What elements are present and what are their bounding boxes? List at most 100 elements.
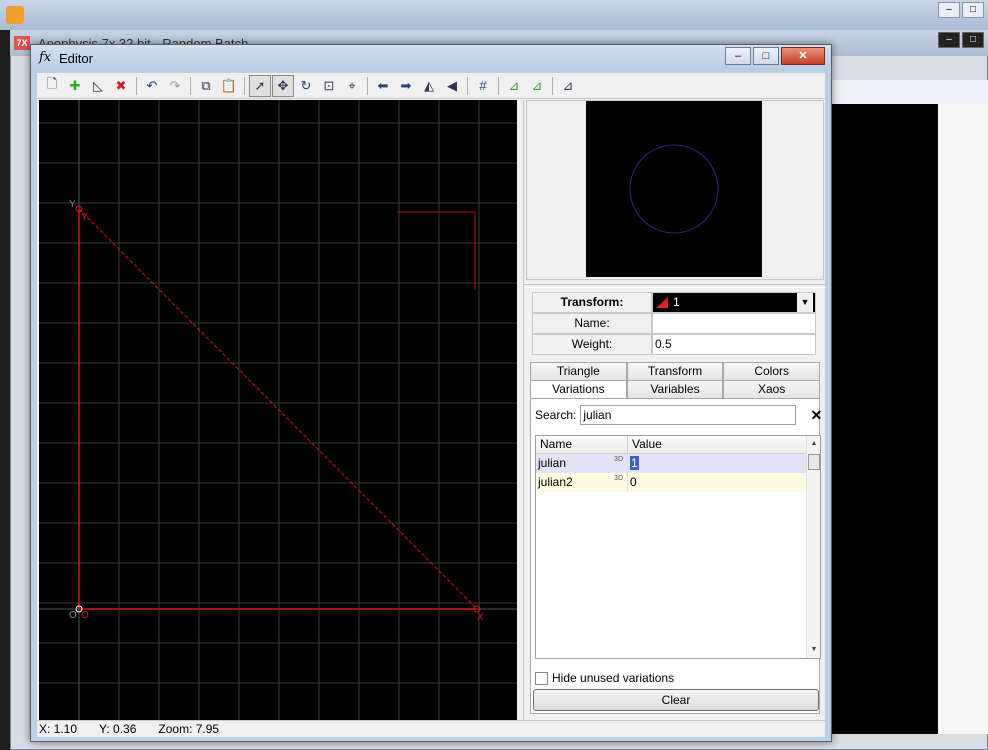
tab-xaos[interactable]: Xaos — [723, 380, 821, 398]
variations-header: Name Value — [536, 436, 820, 454]
app-logo: 7X — [14, 36, 30, 50]
grid-icon[interactable]: # — [472, 75, 494, 97]
variations-panel: Search: julian ✕ Name Value julian 3D 1 … — [530, 398, 822, 714]
move-mode-icon[interactable]: ✥ — [272, 74, 294, 97]
right-panel: Transform: 1 ▼ Name: Weight: 0.5 Triangl… — [523, 100, 826, 720]
transform-select[interactable]: 1 ▼ — [652, 292, 816, 313]
status-bar: X: 1.10 Y: 0.36 Zoom: 7.95 — [37, 720, 825, 737]
hide-unused-checkbox[interactable] — [535, 671, 548, 685]
editor-title: Editor — [59, 51, 93, 66]
editor-body: 🗋 ✚ ◺ ✖ ↶ ↷ ⧉ 📋 ➚ ✥ ↻ ⊡ ⌖ ⬅ ➡ ◭ ◀ # ⊿ ⊿ — [37, 73, 826, 737]
preview-svg — [629, 144, 719, 234]
flip-vertical-icon[interactable]: ◀ — [441, 75, 463, 97]
origin-axis-label: O — [69, 610, 77, 621]
flip-horizontal-icon[interactable]: ◭ — [418, 75, 440, 97]
desktop-top-bar: – □ — [0, 0, 988, 30]
background-side-panel — [938, 104, 988, 734]
copy-icon[interactable]: ⧉ — [195, 75, 217, 97]
add-triangle-icon[interactable]: ✚ — [64, 75, 86, 97]
scroll-down-icon[interactable]: ▼ — [807, 642, 821, 658]
rotate-mode-icon[interactable]: ↻ — [295, 75, 317, 97]
triangle-editor-canvas[interactable]: Y Y O O X — [39, 100, 517, 720]
taskbar-app-icon[interactable] — [6, 6, 24, 24]
top-window-controls: – □ — [938, 2, 984, 18]
3d-badge: 3D — [614, 456, 623, 463]
tab-triangle[interactable]: Triangle — [530, 362, 627, 380]
name-label: Name: — [532, 313, 652, 334]
variation-value[interactable]: 1 — [628, 454, 820, 473]
transform-select-value: 1 — [673, 295, 680, 309]
scroll-up-icon[interactable]: ▲ — [807, 436, 821, 452]
variation-value[interactable]: 0 — [628, 473, 820, 492]
tab-variations[interactable]: Variations — [530, 380, 627, 398]
pivot-mode-icon[interactable]: ⌖ — [341, 75, 363, 97]
chevron-down-icon[interactable]: ▼ — [797, 293, 813, 312]
tab-variables[interactable]: Variables — [626, 380, 724, 398]
reset-icon[interactable]: ⊿ — [526, 75, 548, 97]
editor-window-controls: – □ ✕ — [725, 47, 825, 65]
panel-splitter[interactable] — [524, 284, 826, 288]
preview-frame — [526, 100, 824, 280]
minimize-icon[interactable]: – — [938, 32, 960, 48]
vertical-scrollbar[interactable]: ▲ ▼ — [806, 436, 820, 658]
clear-search-icon[interactable]: ✕ — [808, 407, 824, 423]
maximize-icon[interactable]: □ — [962, 2, 984, 18]
editor-titlebar[interactable]: fx Editor – □ ✕ — [31, 45, 831, 71]
maximize-button[interactable]: □ — [753, 47, 779, 65]
maximize-icon[interactable]: □ — [962, 32, 984, 48]
status-y: Y: 0.36 — [99, 722, 137, 736]
close-button[interactable]: ✕ — [781, 47, 825, 65]
post-transform-icon[interactable]: ⊿ — [503, 75, 525, 97]
duplicate-icon[interactable]: ◺ — [87, 75, 109, 97]
rotate-left-icon[interactable]: ⬅ — [372, 75, 394, 97]
name-field[interactable] — [652, 313, 816, 334]
undo-icon[interactable]: ↶ — [141, 75, 163, 97]
background-render-area — [832, 104, 938, 734]
toolbar-separator — [498, 76, 499, 95]
y-vertex-label: Y — [81, 212, 88, 223]
transform-properties: Transform: 1 ▼ Name: Weight: 0.5 — [532, 292, 816, 355]
column-header-value[interactable]: Value — [628, 436, 820, 453]
variations-list[interactable]: Name Value julian 3D 1 julian2 3D 0 ▲ ▼ — [535, 435, 821, 659]
hide-unused-label[interactable]: Hide unused variations — [552, 671, 674, 685]
flame-preview — [586, 101, 762, 277]
rotate-right-icon[interactable]: ➡ — [395, 75, 417, 97]
status-zoom: Zoom: 7.95 — [158, 722, 220, 736]
select-mode-icon[interactable]: ➚ — [249, 74, 271, 97]
toolbar-separator — [244, 76, 245, 95]
search-label: Search: — [535, 408, 577, 422]
table-row[interactable]: julian 3D 1 — [536, 454, 820, 473]
redo-icon[interactable]: ↷ — [164, 75, 186, 97]
scale-mode-icon[interactable]: ⊡ — [318, 75, 340, 97]
variation-value-text[interactable]: 0 — [630, 475, 637, 489]
tab-transform[interactable]: Transform — [626, 362, 724, 380]
clear-button[interactable]: Clear — [533, 689, 819, 711]
search-input[interactable]: julian — [580, 405, 797, 425]
variation-name-text: julian — [538, 456, 567, 470]
editor-toolbar: 🗋 ✚ ◺ ✖ ↶ ↷ ⧉ 📋 ➚ ✥ ↻ ⊡ ⌖ ⬅ ➡ ◭ ◀ # ⊿ ⊿ — [37, 73, 825, 99]
weight-field[interactable]: 0.5 — [652, 334, 816, 355]
editor-tabs: Triangle Transform Colors Variations Var… — [530, 362, 821, 398]
variation-value-text[interactable]: 1 — [630, 456, 639, 470]
scroll-thumb[interactable] — [808, 454, 820, 470]
x-vertex-label: X — [477, 612, 484, 623]
minimize-icon[interactable]: – — [938, 2, 960, 18]
variation-name-text: julian2 — [538, 475, 573, 489]
fx-icon: fx — [39, 50, 52, 65]
origin-vertex-label: O — [81, 610, 89, 621]
toolbar-separator — [367, 76, 368, 95]
background-window-controls: – □ — [938, 32, 984, 48]
final-transform-icon[interactable]: ⊿ — [557, 75, 579, 97]
toolbar-separator — [467, 76, 468, 95]
variation-name: julian2 3D — [536, 473, 628, 492]
paste-icon[interactable]: 📋 — [218, 75, 240, 97]
new-icon[interactable]: 🗋 — [41, 75, 63, 97]
minimize-button[interactable]: – — [725, 47, 751, 65]
tab-colors[interactable]: Colors — [723, 362, 821, 380]
table-row[interactable]: julian2 3D 0 — [536, 473, 820, 492]
delete-icon[interactable]: ✖ — [110, 75, 132, 97]
triangle-icon — [656, 297, 668, 308]
toolbar-separator — [190, 76, 191, 95]
weight-label: Weight: — [532, 334, 652, 355]
status-x: X: 1.10 — [39, 722, 78, 736]
